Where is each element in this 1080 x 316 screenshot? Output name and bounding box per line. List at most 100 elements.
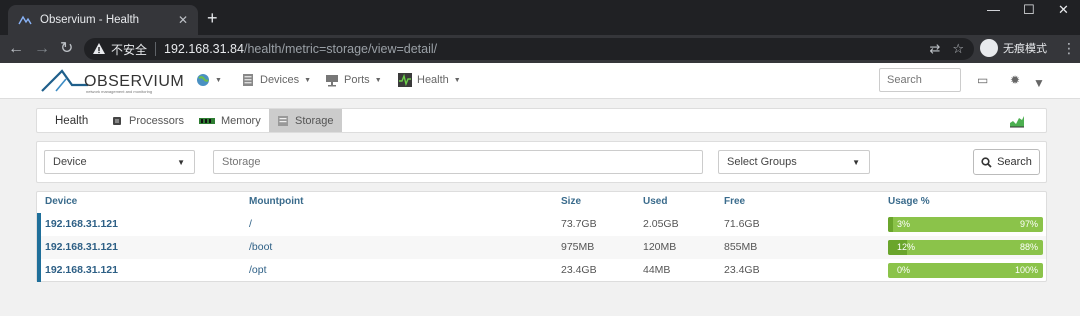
device-link[interactable]: 192.168.31.121 — [45, 264, 118, 276]
col-size[interactable]: Size — [561, 196, 581, 207]
col-usage[interactable]: Usage % — [888, 196, 930, 207]
col-mountpoint[interactable]: Mountpoint — [249, 196, 303, 207]
browser-tab-strip: Observium - Health ✕ + — ☐ ✕ — [0, 0, 1080, 35]
browser-menu-icon[interactable]: ⋮ — [1062, 40, 1076, 57]
observium-logo[interactable]: OBSERVIUM network management and monitor… — [40, 67, 184, 95]
usage-bar[interactable]: 3% 97% — [888, 217, 1043, 232]
minimize-icon[interactable]: — — [987, 2, 1000, 17]
device-link[interactable]: 192.168.31.121 — [45, 241, 118, 253]
chevron-down-icon: ▼ — [374, 76, 382, 84]
reload-icon[interactable]: ↻ — [60, 39, 73, 59]
chevron-down-icon[interactable]: ▼ — [1033, 76, 1045, 90]
storage-table: Device Mountpoint Size Used Free Usage %… — [36, 191, 1047, 282]
size-value: 975MB — [561, 241, 595, 253]
cpu-icon — [113, 116, 121, 125]
health-title-label: Health — [55, 114, 89, 127]
bookmark-star-icon[interactable]: ☆ — [952, 41, 964, 57]
used-value: 2.05GB — [643, 218, 679, 230]
row-status-marker — [37, 259, 41, 282]
forward-icon[interactable]: → — [34, 39, 50, 59]
insecure-label[interactable]: 不安全 — [111, 41, 147, 58]
usage-bar[interactable]: 0% 100% — [888, 263, 1043, 278]
health-subtabs: Health Processors Memory Storage — [36, 108, 1047, 133]
url-host: 192.168.31.84 — [164, 42, 244, 56]
nav-ports[interactable]: Ports ▼ — [325, 73, 382, 87]
browser-tab[interactable]: Observium - Health ✕ — [8, 5, 198, 35]
table-row[interactable]: 192.168.31.121 /boot 975MB 120MB 855MB 1… — [37, 236, 1046, 259]
tab-memory-label: Memory — [221, 114, 261, 127]
logo-subtitle: network management and monitoring — [86, 89, 153, 94]
chevron-down-icon: ▼ — [304, 76, 312, 84]
nav-health-label: Health — [417, 74, 449, 86]
tab-processors[interactable]: Processors — [103, 109, 192, 132]
size-value: 23.4GB — [561, 264, 597, 276]
nav-devices[interactable]: Devices ▼ — [241, 73, 311, 87]
laptop-icon[interactable]: ▭ — [977, 73, 988, 87]
tab-close-icon[interactable]: ✕ — [178, 13, 188, 27]
chevron-down-icon: ▼ — [453, 76, 461, 84]
browser-toolbar: ← → ↻ 不安全 192.168.31.84 /health/metric=s… — [0, 35, 1080, 63]
maximize-icon[interactable]: ☐ — [1023, 2, 1035, 18]
usage-free-pct: 100% — [1014, 265, 1038, 275]
observium-navbar: OBSERVIUM network management and monitor… — [0, 63, 1080, 99]
tab-storage-label: Storage — [295, 114, 334, 127]
omnibox-actions: ⇄ ☆ — [929, 41, 964, 57]
nav-devices-label: Devices — [260, 74, 300, 86]
warning-icon — [93, 43, 105, 54]
usage-used-pct: 0% — [897, 265, 911, 275]
free-value: 855MB — [724, 241, 758, 253]
chevron-down-icon: ▼ — [215, 76, 222, 84]
device-select[interactable]: Device ▼ — [44, 150, 195, 174]
device-link[interactable]: 192.168.31.121 — [45, 218, 118, 230]
global-search-input[interactable] — [879, 68, 961, 92]
observium-favicon-icon — [18, 15, 32, 25]
storage-filter-input[interactable] — [213, 150, 703, 174]
new-tab-button[interactable]: + — [207, 8, 218, 28]
row-status-marker — [37, 213, 41, 236]
usage-free-pct: 88% — [1019, 242, 1038, 252]
groups-select-label: Select Groups — [727, 156, 797, 168]
usage-free-pct: 97% — [1019, 219, 1038, 229]
incognito-indicator[interactable]: 无痕模式 — [980, 39, 1047, 57]
address-bar[interactable]: 不安全 192.168.31.84 /health/metric=storage… — [84, 38, 974, 60]
mountpoint-link[interactable]: /opt — [249, 264, 267, 276]
chevron-down-icon: ▼ — [177, 158, 185, 167]
row-status-marker — [37, 236, 41, 259]
omnibox-divider — [155, 42, 157, 56]
back-icon[interactable]: ← — [8, 39, 24, 59]
tab-memory[interactable]: Memory — [191, 109, 269, 132]
free-value: 23.4GB — [724, 264, 760, 276]
mountpoint-link[interactable]: /boot — [249, 241, 272, 253]
nav-health[interactable]: Health ▼ — [398, 73, 461, 87]
nav-ports-label: Ports — [344, 74, 370, 86]
network-port-icon — [326, 75, 338, 87]
gear-icon[interactable]: ✹ — [1010, 73, 1020, 87]
memory-icon — [199, 117, 215, 124]
col-used[interactable]: Used — [643, 196, 667, 207]
device-select-label: Device — [53, 156, 87, 168]
translate-icon[interactable]: ⇄ — [929, 41, 940, 57]
server-icon — [243, 74, 253, 86]
incognito-label: 无痕模式 — [1003, 43, 1047, 55]
chevron-down-icon: ▼ — [852, 158, 860, 167]
globe-menu[interactable]: ▼ — [196, 73, 222, 87]
free-value: 71.6GB — [724, 218, 760, 230]
url-path: /health/metric=storage/view=detail/ — [243, 42, 438, 56]
graph-icon[interactable] — [1009, 114, 1025, 128]
tab-storage[interactable]: Storage — [269, 109, 342, 132]
usage-bar-used — [888, 217, 893, 232]
search-icon — [981, 156, 992, 168]
usage-used-pct: 12% — [897, 242, 916, 252]
size-value: 73.7GB — [561, 218, 597, 230]
groups-select[interactable]: Select Groups ▼ — [718, 150, 870, 174]
globe-icon — [197, 74, 209, 86]
mountpoint-link[interactable]: / — [249, 218, 252, 230]
col-device[interactable]: Device — [45, 196, 77, 207]
table-row[interactable]: 192.168.31.121 / 73.7GB 2.05GB 71.6GB 3%… — [37, 213, 1046, 236]
usage-bar[interactable]: 12% 88% — [888, 240, 1043, 255]
table-row[interactable]: 192.168.31.121 /opt 23.4GB 44MB 23.4GB 0… — [37, 259, 1046, 282]
col-free[interactable]: Free — [724, 196, 745, 207]
search-button[interactable]: Search — [973, 149, 1040, 175]
window-close-icon[interactable]: ✕ — [1058, 2, 1069, 18]
tab-processors-label: Processors — [129, 114, 185, 127]
